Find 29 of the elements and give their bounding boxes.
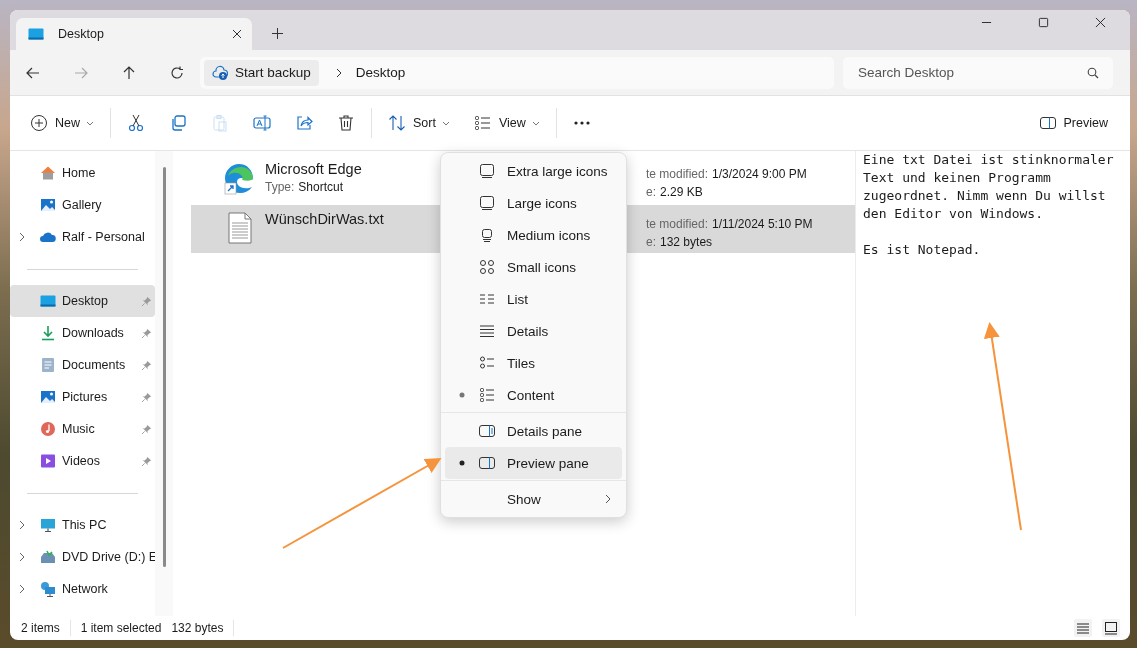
sidebar-label: Downloads — [62, 326, 125, 340]
file-name: Microsoft Edge — [265, 161, 362, 177]
file-size: 2.29 KB — [660, 185, 703, 199]
size-label: e: — [646, 235, 656, 249]
sidebar-label: Home — [62, 166, 97, 180]
file-name: WünschDirWas.txt — [265, 211, 384, 227]
tab-title: Desktop — [58, 27, 105, 41]
sidebar-label: This PC — [62, 518, 108, 532]
sidebar-label: Desktop — [62, 294, 109, 308]
selection-size: 132 bytes — [171, 621, 224, 635]
type-label: Type: — [265, 180, 295, 194]
sidebar-label: Network — [62, 582, 109, 596]
sidebar-label: Videos — [62, 454, 101, 468]
sidebar-label: Music — [62, 422, 96, 436]
date-modified: 1/11/2024 5:10 PM — [712, 217, 813, 231]
sidebar-label: Gallery — [62, 198, 103, 212]
file-size: 132 bytes — [660, 235, 713, 249]
preview-text: Eine txt Datei ist stinknormaler Text und keinen Programm zugeordnet. Nimm wenn Du willst den Editor von Windows. — [863, 151, 1115, 223]
item-count: 2 items — [21, 621, 60, 635]
size-label: e: — [646, 185, 656, 199]
sidebar-label: Pictures — [62, 390, 109, 404]
preview-text: Es ist Notepad. — [863, 241, 982, 259]
sidebar-label: Ralf - Personal — [62, 230, 146, 244]
selection-info: 1 item selected — [80, 621, 162, 635]
date-modified: 1/3/2024 9:00 PM — [712, 167, 807, 181]
date-label: te modified: — [646, 217, 709, 231]
sidebar-label: Documents — [62, 358, 127, 372]
date-label: te modified: — [646, 167, 709, 181]
file-type: Shortcut — [298, 180, 344, 194]
